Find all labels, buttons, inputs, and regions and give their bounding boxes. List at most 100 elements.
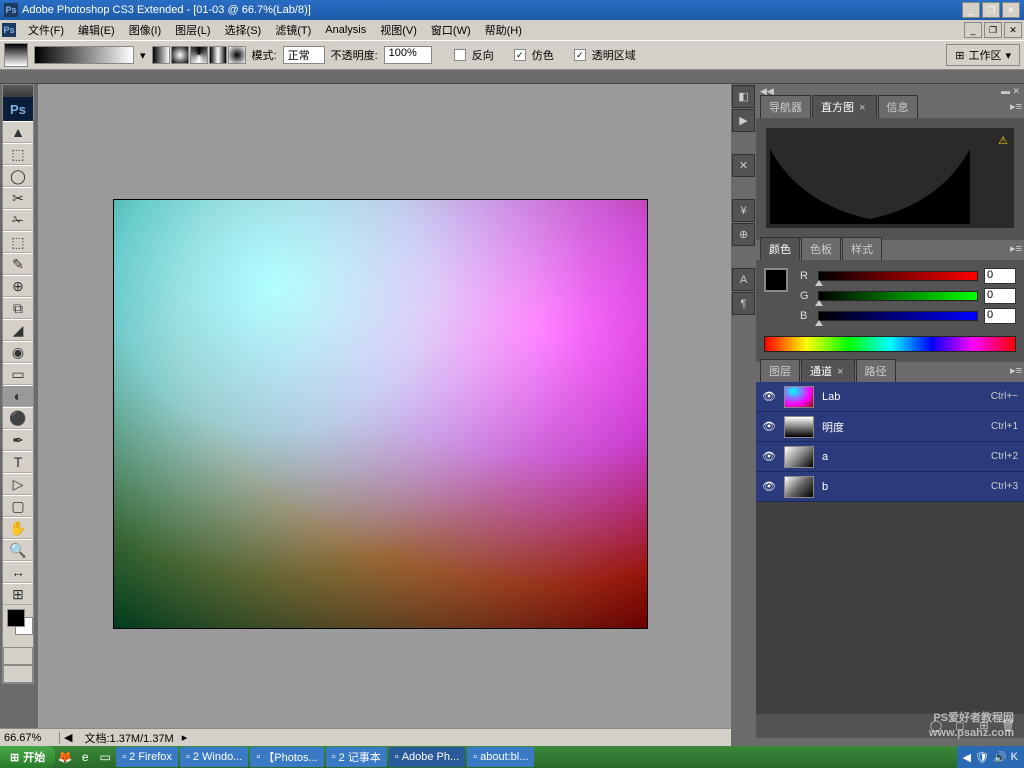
tray-icon[interactable]: ◀ bbox=[963, 751, 971, 764]
tab-swatches[interactable]: 色板 bbox=[801, 237, 841, 260]
tool-11[interactable]: ▭ bbox=[3, 363, 33, 385]
collapse-right-icon[interactable]: ▬ ✕ bbox=[1001, 86, 1020, 97]
panel-menu-icon[interactable]: ▸≡ bbox=[1010, 100, 1022, 113]
doc-close-button[interactable]: ✕ bbox=[1004, 22, 1022, 38]
taskbar-item[interactable]: ▫【Photos... bbox=[250, 747, 323, 767]
menu-select[interactable]: 选择(S) bbox=[219, 20, 268, 40]
tab-color[interactable]: 颜色 bbox=[760, 237, 800, 260]
taskbar-item[interactable]: ▫2 Firefox bbox=[116, 747, 178, 767]
panel-menu-icon[interactable]: ▸≡ bbox=[1010, 364, 1022, 377]
minimize-button[interactable]: _ bbox=[962, 2, 980, 18]
tab-info[interactable]: 信息 bbox=[878, 95, 918, 118]
tool-19[interactable]: 🔍 bbox=[3, 539, 33, 561]
r-slider[interactable] bbox=[818, 271, 978, 281]
active-tool-icon[interactable] bbox=[4, 43, 28, 67]
transparency-checkbox[interactable]: ✓ bbox=[574, 49, 586, 61]
gradient-diamond[interactable] bbox=[228, 46, 246, 64]
color-spectrum[interactable] bbox=[764, 336, 1016, 352]
tool-0[interactable]: ▲ bbox=[3, 121, 33, 143]
color-current-swatch[interactable] bbox=[764, 268, 788, 292]
g-value[interactable]: 0 bbox=[984, 288, 1016, 304]
toolbox-grip[interactable] bbox=[3, 85, 33, 97]
workspace-button[interactable]: ⊞ 工作区 ▾ bbox=[946, 44, 1020, 66]
tab-styles[interactable]: 样式 bbox=[842, 237, 882, 260]
doc-minimize-button[interactable]: _ bbox=[964, 22, 982, 38]
zoom-input[interactable]: 66.67% bbox=[0, 732, 60, 744]
scroll-left-icon[interactable]: ◀ bbox=[60, 731, 76, 744]
tool-2[interactable]: ◯ bbox=[3, 165, 33, 187]
menu-filter[interactable]: 滤镜(T) bbox=[269, 20, 317, 40]
doc-restore-button[interactable]: ❐ bbox=[984, 22, 1002, 38]
strip-brush-icon[interactable]: ¥ bbox=[732, 199, 755, 222]
gradient-reflected[interactable] bbox=[209, 46, 227, 64]
menu-layer[interactable]: 图层(L) bbox=[169, 20, 216, 40]
b-value[interactable]: 0 bbox=[984, 308, 1016, 324]
tab-close-icon[interactable]: × bbox=[857, 102, 867, 114]
tool-1[interactable]: ⬚ bbox=[3, 143, 33, 165]
quickmask-toggle[interactable] bbox=[3, 647, 33, 665]
reverse-checkbox[interactable] bbox=[454, 49, 466, 61]
tray-icon[interactable]: K bbox=[1011, 751, 1018, 763]
visibility-icon[interactable]: 👁 bbox=[762, 450, 776, 464]
maximize-button[interactable]: ❐ bbox=[982, 2, 1000, 18]
start-button[interactable]: ⊞ 开始 bbox=[0, 746, 55, 768]
tool-4[interactable]: ✁ bbox=[3, 209, 33, 231]
tab-layers[interactable]: 图层 bbox=[760, 359, 800, 382]
gradient-preview[interactable] bbox=[34, 46, 134, 64]
gradient-angle[interactable] bbox=[190, 46, 208, 64]
taskbar-item[interactable]: ▫about:bl... bbox=[467, 747, 534, 767]
tab-paths[interactable]: 路径 bbox=[856, 359, 896, 382]
strip-clone-icon[interactable]: ⊕ bbox=[732, 223, 755, 246]
system-tray[interactable]: ◀ 🛡 🔊 K bbox=[957, 746, 1024, 768]
channel-row-Lab[interactable]: 👁LabCtrl+~ bbox=[756, 382, 1024, 412]
opacity-select[interactable]: 100% bbox=[384, 46, 432, 64]
ql-ie-icon[interactable]: e bbox=[75, 747, 95, 767]
dither-checkbox[interactable]: ✓ bbox=[514, 49, 526, 61]
document-canvas[interactable] bbox=[113, 199, 648, 629]
tool-16[interactable]: ▷ bbox=[3, 473, 33, 495]
gradient-radial[interactable] bbox=[171, 46, 189, 64]
taskbar-item[interactable]: ▫Adobe Ph... bbox=[389, 747, 465, 767]
visibility-icon[interactable]: 👁 bbox=[762, 420, 776, 434]
menu-image[interactable]: 图像(I) bbox=[123, 20, 167, 40]
strip-navigator-icon[interactable]: ◧ bbox=[732, 85, 755, 108]
strip-histogram-icon[interactable]: ▶ bbox=[732, 109, 755, 132]
channel-row-a[interactable]: 👁aCtrl+2 bbox=[756, 442, 1024, 472]
tool-12[interactable]: ◐ bbox=[3, 385, 33, 407]
visibility-icon[interactable]: 👁 bbox=[762, 390, 776, 404]
tab-close-icon[interactable]: × bbox=[835, 366, 845, 378]
strip-char-icon[interactable]: A bbox=[732, 268, 755, 291]
tool-18[interactable]: ✋ bbox=[3, 517, 33, 539]
tool-6[interactable]: ✎ bbox=[3, 253, 33, 275]
tool-20[interactable]: ↔ bbox=[3, 561, 33, 583]
dropdown-icon[interactable]: ▾ bbox=[140, 49, 146, 62]
tool-7[interactable]: ⊕ bbox=[3, 275, 33, 297]
channel-row-明度[interactable]: 👁明度Ctrl+1 bbox=[756, 412, 1024, 442]
ql-firefox-icon[interactable]: 🦊 bbox=[55, 747, 75, 767]
menu-window[interactable]: 窗口(W) bbox=[425, 20, 477, 40]
document-info[interactable]: 文档:1.37M/1.37M bbox=[76, 730, 181, 746]
tool-17[interactable]: ▢ bbox=[3, 495, 33, 517]
channel-row-b[interactable]: 👁bCtrl+3 bbox=[756, 472, 1024, 502]
blend-mode-select[interactable]: 正常 bbox=[283, 46, 325, 64]
ql-desktop-icon[interactable]: ▭ bbox=[95, 747, 115, 767]
tab-navigator[interactable]: 导航器 bbox=[760, 95, 811, 118]
screenmode-button[interactable] bbox=[3, 665, 33, 683]
strip-para-icon[interactable]: ¶ bbox=[732, 292, 755, 315]
tool-14[interactable]: ✒ bbox=[3, 429, 33, 451]
tool-3[interactable]: ✂ bbox=[3, 187, 33, 209]
tool-10[interactable]: ◉ bbox=[3, 341, 33, 363]
taskbar-item[interactable]: ▫2 记事本 bbox=[326, 747, 387, 767]
tool-21[interactable]: ⊞ bbox=[3, 583, 33, 605]
tab-histogram[interactable]: 直方图 × bbox=[812, 95, 877, 118]
tool-5[interactable]: ⬚ bbox=[3, 231, 33, 253]
taskbar-item[interactable]: ▫2 Windo... bbox=[180, 747, 248, 767]
g-slider[interactable] bbox=[818, 291, 978, 301]
foreground-color[interactable] bbox=[7, 609, 25, 627]
tool-9[interactable]: ◢ bbox=[3, 319, 33, 341]
tray-icon[interactable]: 🔊 bbox=[993, 751, 1007, 764]
tool-15[interactable]: T bbox=[3, 451, 33, 473]
warning-icon[interactable]: ⚠ bbox=[998, 134, 1008, 147]
menu-help[interactable]: 帮助(H) bbox=[479, 20, 528, 40]
panel-menu-icon[interactable]: ▸≡ bbox=[1010, 242, 1022, 255]
